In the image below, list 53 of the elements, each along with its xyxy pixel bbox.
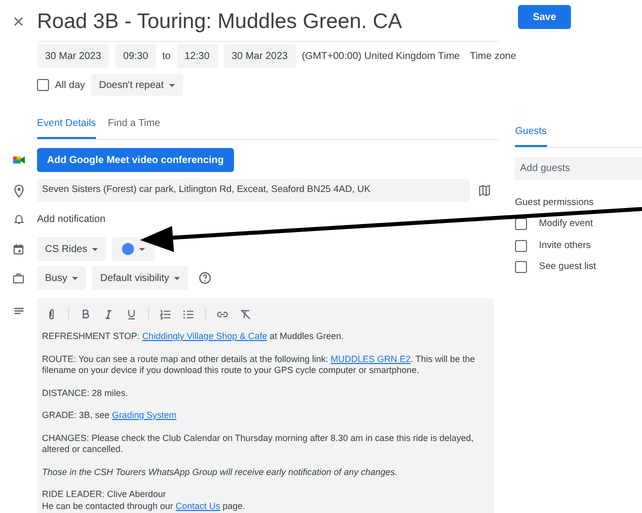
permission-label: See guest list: [539, 260, 596, 274]
description-text: Those in the CSH Tourers WhatsApp Group will receive early notification of any changes.: [42, 466, 398, 478]
checkbox[interactable]: [515, 218, 527, 230]
clear-formatting-icon: [239, 308, 252, 320]
time-field[interactable]: 12:30: [176, 44, 218, 68]
event-title[interactable]: Road 3B - Touring: Muddles Green. CA: [37, 0, 500, 42]
calendar-dropdown[interactable]: CS Rides: [37, 237, 106, 261]
tab[interactable]: Find a Time: [108, 116, 160, 139]
color-dropdown[interactable]: [112, 237, 156, 261]
description-text: ROUTE: You can see a route map and other details at the following link: MUDDLES GRN E2. This will be the filename on your device if you download this route to your GPS cycle computer or smartphone.: [42, 354, 476, 376]
text-link[interactable]: Contact Us: [176, 500, 220, 510]
save-button[interactable]: Save: [518, 5, 571, 29]
description-text: CHANGES: Please check the Club Calendar on Thursday morning after 8.30 am in case this ride is delayed, altered or cancelled.: [42, 432, 475, 456]
location-field[interactable]: Seven Sisters (Forest) car park, Litlington Rd, Exceat, Seaford BN25 4AD, UK: [37, 179, 470, 202]
briefcase-icon: [12, 272, 25, 284]
close-icon: [12, 14, 25, 28]
availability-dropdown[interactable]: Busy: [37, 266, 86, 290]
timezone-button[interactable]: Time zone: [466, 48, 516, 64]
timezone-text: (GMT+00:00) United Kingdom Time: [302, 50, 460, 64]
meet-button[interactable]: Add Google Meet video conferencing: [37, 148, 234, 172]
all-day-label: All day: [55, 78, 86, 92]
bulleted-list-icon: [182, 308, 195, 320]
date-field[interactable]: 30 Mar 2023: [37, 44, 110, 68]
repeat-dropdown[interactable]: Doesn't repeat: [91, 74, 183, 96]
guests-tab[interactable]: Guests: [515, 124, 547, 147]
text-link[interactable]: Grading System: [112, 410, 177, 420]
checkbox[interactable]: [37, 79, 49, 91]
bell-icon: [12, 213, 24, 225]
text-link[interactable]: MUDDLES GRN E2: [330, 354, 411, 364]
text-link[interactable]: Chiddingly Village Shop & Cafe: [142, 331, 268, 341]
description-text: REFRESHMENT STOP: Chiddingly Village Shop & Cafe at Muddles Green.: [42, 331, 345, 342]
add-guests-field[interactable]: Add guests: [515, 157, 642, 180]
permission-label: Invite others: [539, 238, 591, 252]
numbered-list-icon: [159, 308, 172, 320]
calendar-icon: [12, 242, 25, 256]
add-notification-button[interactable]: Add notification: [37, 212, 106, 226]
description-text: DISTANCE: 28 miles.: [42, 388, 129, 399]
separator-text: to: [162, 50, 171, 64]
help-icon: [198, 271, 212, 285]
tab[interactable]: Event Details: [37, 116, 96, 139]
location-pin-icon: [12, 184, 26, 198]
permission-label: Modify event: [539, 217, 593, 232]
guest-permissions-heading: Guest permissions: [515, 196, 595, 210]
visibility-dropdown[interactable]: Default visibility: [92, 266, 188, 290]
checkbox[interactable]: [515, 240, 527, 252]
description-text: RIDE LEADER: Clive Aberdour: [42, 489, 168, 500]
time-field[interactable]: 09:30: [115, 44, 156, 68]
description-text: He can be contacted through our Contact Us page.: [42, 500, 246, 512]
description-text: GRADE: 3B, see Grading System: [42, 410, 178, 422]
date-field[interactable]: 30 Mar 2023: [224, 44, 296, 68]
checkbox[interactable]: [515, 260, 527, 273]
map-icon: [478, 184, 490, 197]
description-editor[interactable]: [37, 298, 494, 513]
